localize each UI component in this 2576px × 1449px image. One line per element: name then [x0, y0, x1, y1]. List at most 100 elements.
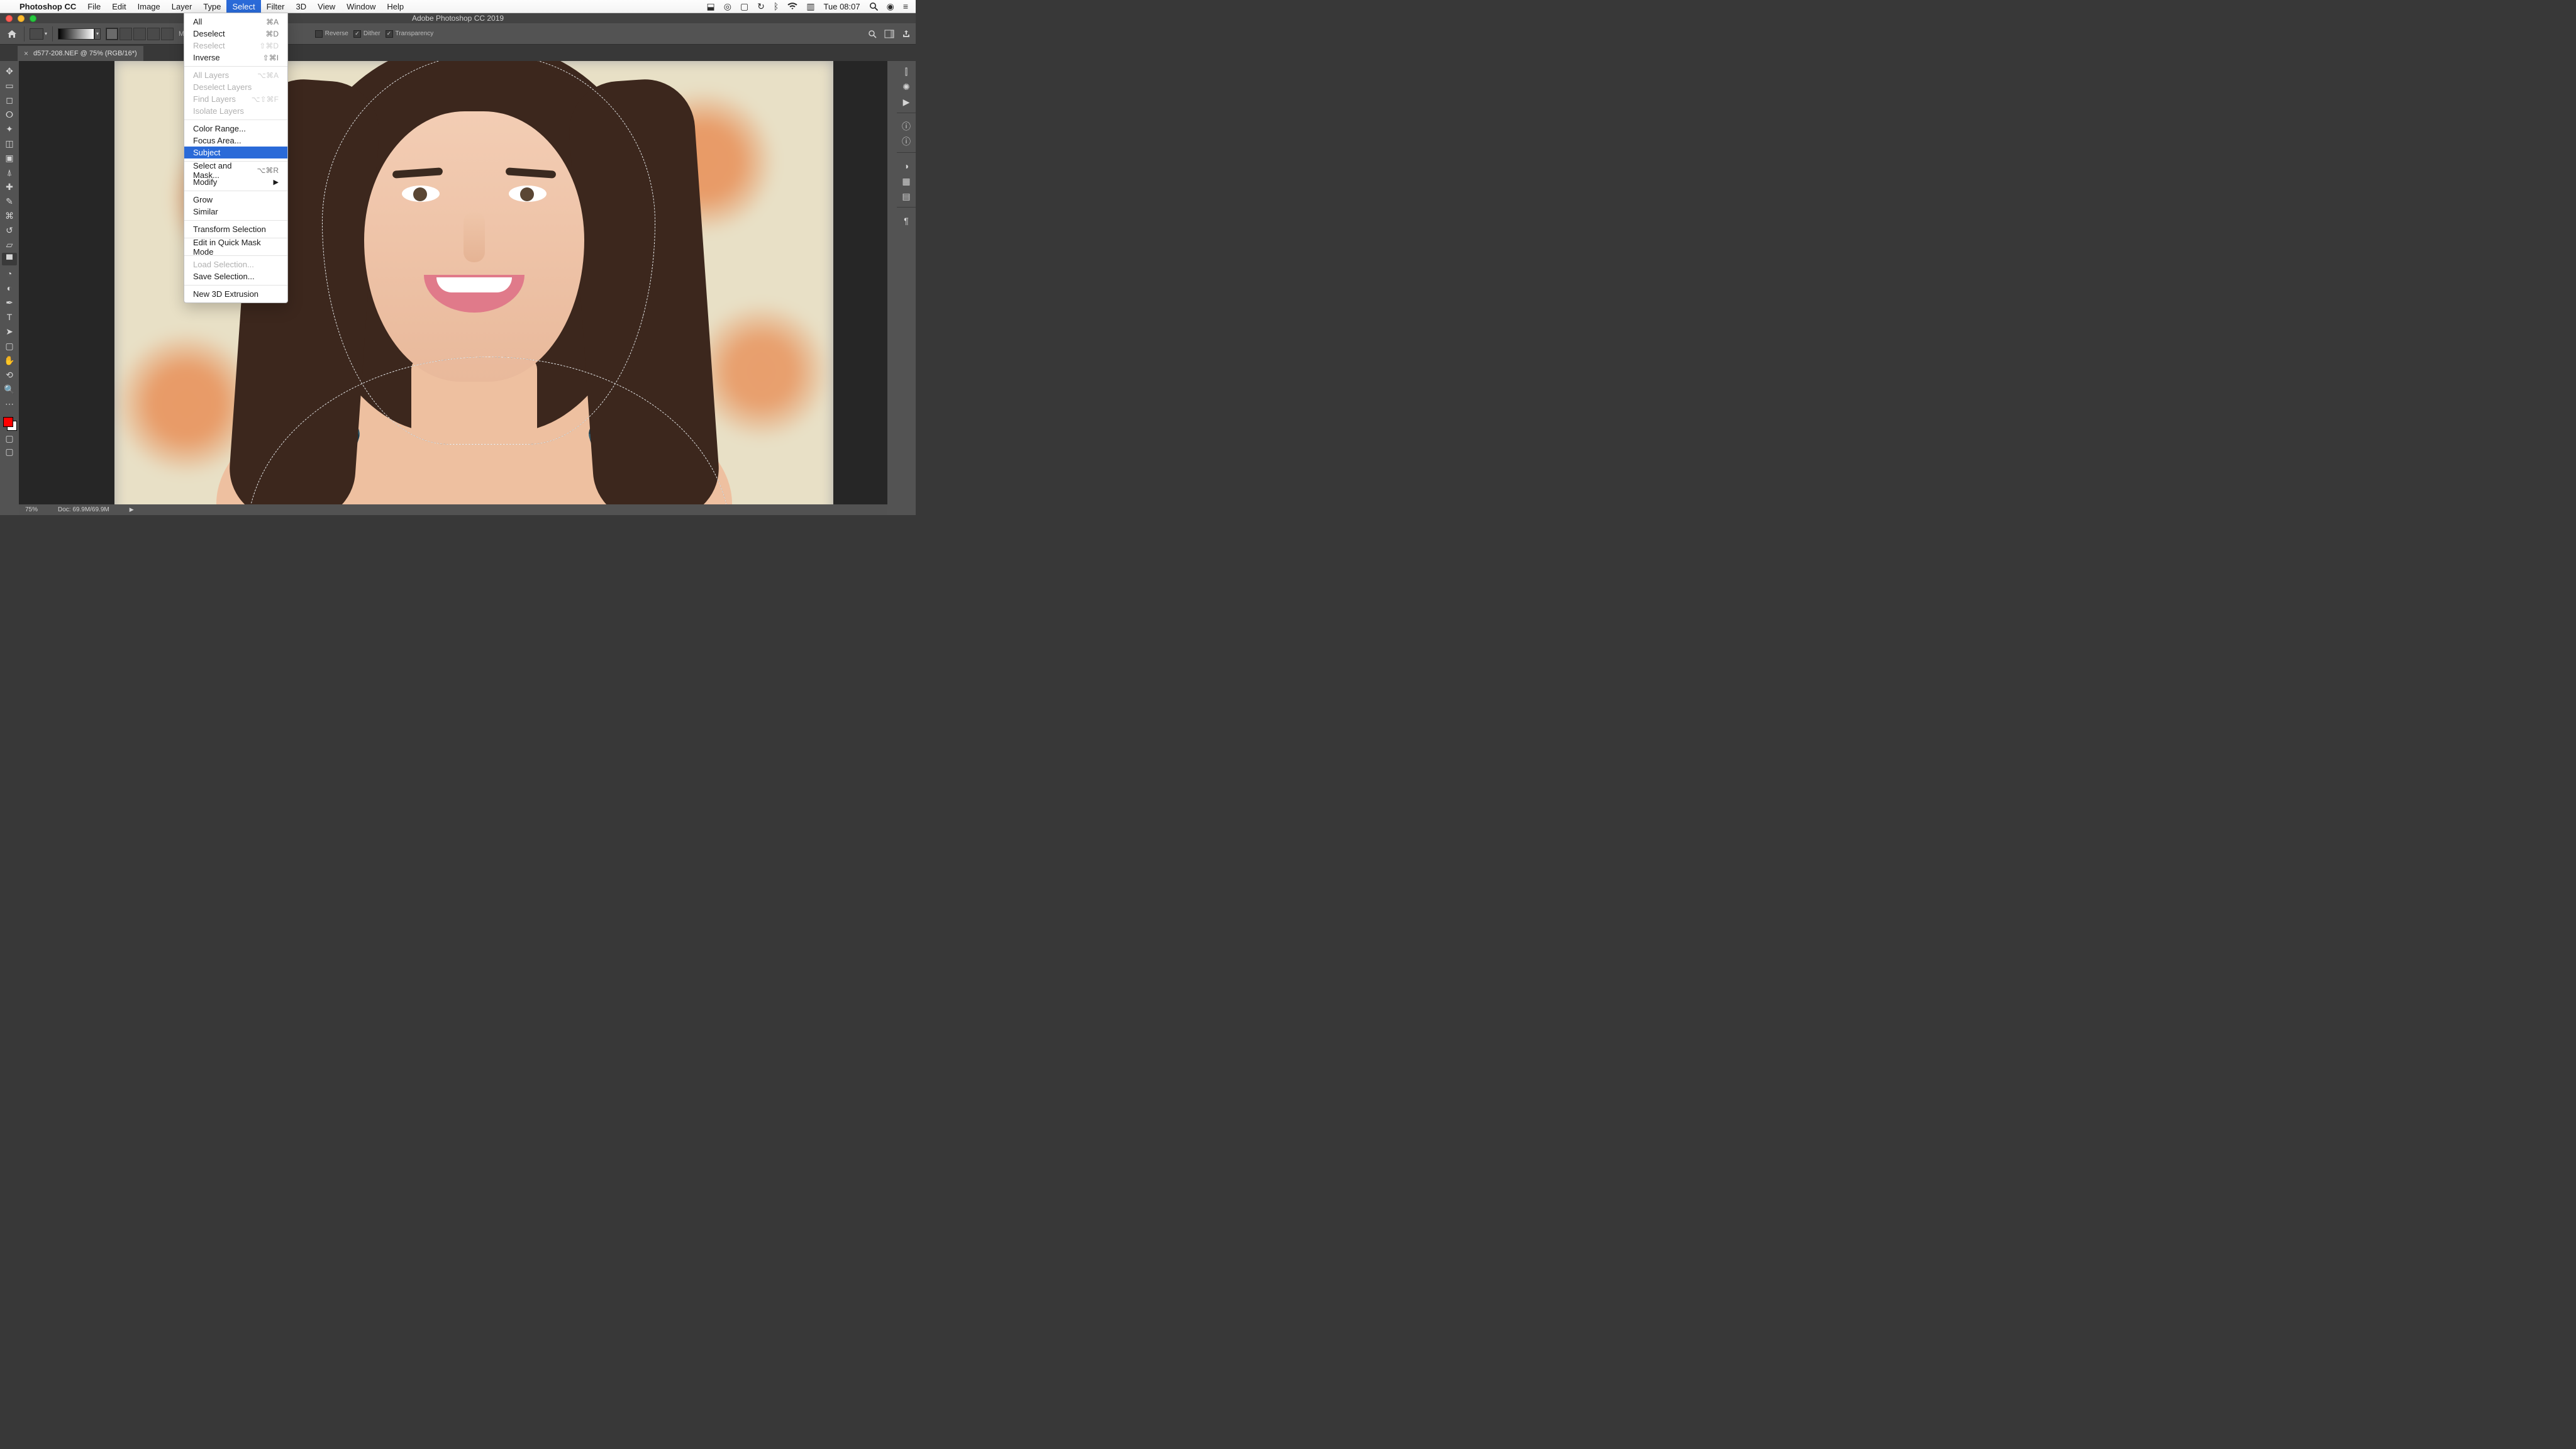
menu-item-transform-selection[interactable]: Transform Selection — [184, 223, 287, 235]
status-flyout-icon[interactable]: ▶ — [130, 506, 134, 513]
tool-clone[interactable]: ⌘ — [2, 209, 17, 222]
menu-clock[interactable]: Tue 08:07 — [824, 2, 860, 11]
panel-gradients-icon[interactable]: ▤ — [900, 191, 913, 202]
home-button[interactable] — [5, 27, 19, 41]
panel-info-icon[interactable]: ⓘ — [900, 136, 913, 147]
vertical-scrollbar[interactable] — [887, 61, 897, 515]
tool-history-brush[interactable]: ↺ — [2, 224, 17, 236]
gradient-linear-button[interactable] — [106, 28, 118, 40]
menu-item-grow[interactable]: Grow — [184, 194, 287, 206]
panel-properties-icon[interactable]: ⓘ — [900, 121, 913, 132]
menu-item-all[interactable]: All⌘A — [184, 16, 287, 28]
transparency-checkbox[interactable]: ✓Transparency — [386, 30, 434, 38]
menu-edit[interactable]: Edit — [106, 0, 131, 13]
tool-pen[interactable]: ✒ — [2, 296, 17, 309]
tool-hand[interactable]: ✋ — [2, 354, 17, 367]
color-swatches[interactable] — [2, 416, 17, 431]
window-close-button[interactable] — [6, 15, 13, 22]
zoom-level[interactable]: 75% — [25, 506, 38, 513]
gradient-picker[interactable]: ▾ — [58, 28, 101, 40]
reverse-checkbox[interactable]: Reverse — [315, 30, 348, 38]
tool-quick-select[interactable]: ✦ — [2, 123, 17, 135]
share-icon[interactable] — [902, 30, 911, 38]
bluetooth-icon[interactable]: ᛒ — [774, 1, 779, 11]
sync-icon[interactable]: ◎ — [724, 1, 731, 12]
panel-histogram-icon[interactable]: ⫿ — [900, 66, 913, 77]
canvas-area[interactable] — [19, 61, 887, 504]
tool-blur[interactable]: ◔ — [2, 267, 17, 280]
spotlight-icon[interactable] — [869, 2, 878, 11]
menu-type[interactable]: Type — [197, 0, 226, 13]
menu-image[interactable]: Image — [132, 0, 166, 13]
panel-adjustments-icon[interactable]: ✺ — [900, 81, 913, 92]
menu-item-save-selection[interactable]: Save Selection... — [184, 270, 287, 282]
close-tab-icon[interactable]: × — [24, 49, 28, 58]
tool-rotate-view[interactable]: ⟲ — [2, 369, 17, 381]
tool-artboard[interactable]: ▭ — [2, 79, 17, 92]
apple-menu-icon[interactable] — [0, 0, 14, 13]
dropbox-icon[interactable]: ⬓ — [706, 1, 714, 12]
menu-window[interactable]: Window — [341, 0, 381, 13]
panel-character-icon[interactable]: ¶ — [900, 215, 913, 226]
menu-item-select-and-mask[interactable]: Select and Mask...⌥⌘R — [184, 164, 287, 176]
tool-move[interactable]: ✥ — [2, 65, 17, 77]
menu-item-reselect: Reselect⇧⌘D — [184, 40, 287, 52]
panel-color-icon[interactable]: ◑ — [900, 160, 913, 172]
tool-marquee[interactable]: ◻ — [2, 94, 17, 106]
menu-view[interactable]: View — [312, 0, 341, 13]
tool-rectangle[interactable]: ▢ — [2, 340, 17, 352]
tool-crop[interactable]: ◫ — [2, 137, 17, 150]
quick-mask-icon[interactable]: ▢ — [2, 433, 17, 444]
menu-item-edit-in-quick-mask-mode[interactable]: Edit in Quick Mask Mode — [184, 241, 287, 253]
doc-info[interactable]: Doc: 69.9M/69.9M — [58, 506, 109, 513]
menu-item-subject[interactable]: Subject — [184, 147, 287, 158]
menu-item-deselect[interactable]: Deselect⌘D — [184, 28, 287, 40]
menu-item-color-range[interactable]: Color Range... — [184, 123, 287, 135]
panel-actions-icon[interactable]: ▶ — [900, 96, 913, 108]
tool-brush[interactable]: ✎ — [2, 195, 17, 208]
search-icon[interactable] — [868, 30, 877, 38]
document-tab[interactable]: × d577-208.NEF @ 75% (RGB/16*) — [18, 46, 143, 61]
control-center-icon[interactable]: ▥ — [806, 1, 814, 12]
menu-item-focus-area[interactable]: Focus Area... — [184, 135, 287, 147]
menu-item-new-3d-extrusion[interactable]: New 3D Extrusion — [184, 288, 287, 300]
siri-icon[interactable]: ◉ — [887, 1, 894, 12]
notifications-icon[interactable]: ≡ — [903, 1, 908, 11]
window-fullscreen-button[interactable] — [30, 15, 36, 22]
menu-item-isolate-layers: Isolate Layers — [184, 105, 287, 117]
tool-lasso[interactable]: ⵔ — [2, 108, 17, 121]
airplay-icon[interactable]: ▢ — [740, 1, 748, 12]
tool-healing[interactable]: ✚ — [2, 180, 17, 193]
tool-frame[interactable]: ▣ — [2, 152, 17, 164]
dither-checkbox[interactable]: ✓Dither — [353, 30, 380, 38]
timemachine-icon[interactable]: ↻ — [757, 1, 765, 12]
gradient-radial-button[interactable] — [119, 28, 132, 40]
menu-3d[interactable]: 3D — [291, 0, 313, 13]
panel-swatches-icon[interactable]: ▦ — [900, 175, 913, 187]
tool-path-select[interactable]: ➤ — [2, 325, 17, 338]
edit-toolbar-icon[interactable]: ⋯ — [2, 397, 17, 410]
tool-eraser[interactable]: ▱ — [2, 238, 17, 251]
mac-menubar: Photoshop CC File Edit Image Layer Type … — [0, 0, 916, 13]
menu-file[interactable]: File — [82, 0, 106, 13]
gradient-diamond-button[interactable] — [161, 28, 174, 40]
menu-item-inverse[interactable]: Inverse⇧⌘I — [184, 52, 287, 64]
tool-preset-picker[interactable]: ▾ — [30, 28, 47, 40]
menu-select[interactable]: Select — [226, 0, 260, 13]
menu-filter[interactable]: Filter — [261, 0, 291, 13]
menu-help[interactable]: Help — [381, 0, 409, 13]
app-name[interactable]: Photoshop CC — [14, 0, 82, 13]
tool-gradient[interactable]: ▀ — [2, 253, 17, 265]
menu-layer[interactable]: Layer — [166, 0, 198, 13]
screen-mode-icon[interactable]: ▢ — [2, 446, 17, 457]
tool-eyedropper[interactable]: ⍋ — [2, 166, 17, 179]
wifi-icon[interactable] — [787, 3, 797, 10]
gradient-reflected-button[interactable] — [147, 28, 160, 40]
tool-dodge[interactable]: ◐ — [2, 282, 17, 294]
menu-item-similar[interactable]: Similar — [184, 206, 287, 218]
workspace-switcher-icon[interactable] — [884, 30, 894, 38]
window-minimize-button[interactable] — [18, 15, 25, 22]
tool-type[interactable]: T — [2, 311, 17, 323]
tool-zoom[interactable]: 🔍 — [2, 383, 17, 396]
gradient-angle-button[interactable] — [133, 28, 146, 40]
